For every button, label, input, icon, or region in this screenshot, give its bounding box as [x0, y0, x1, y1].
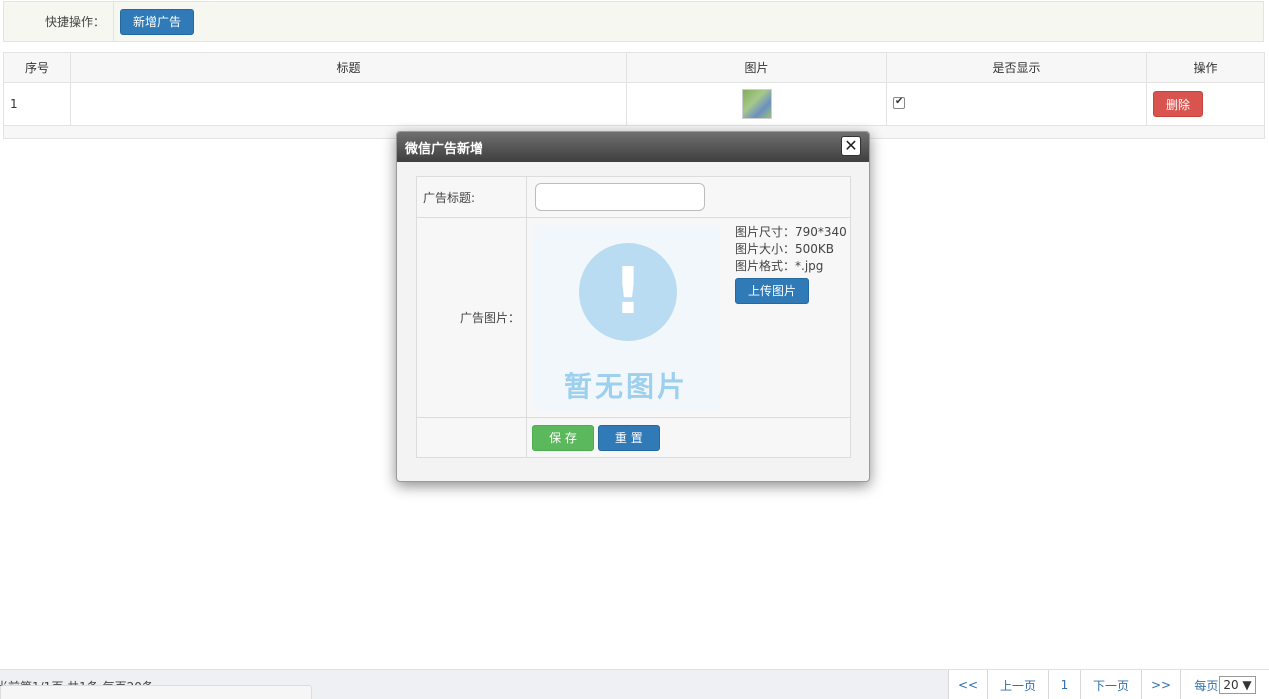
ad-table: 序号 标题 图片 是否显示 操作 1 删除	[3, 52, 1265, 139]
image-filesize-info: 图片大小：500KB	[735, 242, 835, 256]
ad-title-label: 广告标题:	[416, 176, 527, 218]
column-header-actions: 操作	[1146, 52, 1265, 83]
column-header-visible: 是否显示	[886, 52, 1147, 83]
dialog-title: 微信广告新增	[405, 141, 484, 157]
ad-image-cell: ! 暂无图片 图片尺寸：790*340 图片大小：500KB 图片格式：*.jp…	[526, 217, 851, 418]
page-size-label: 每页	[1194, 678, 1219, 693]
horizontal-scrollbar[interactable]	[0, 685, 312, 699]
row-visible-cell	[886, 82, 1147, 126]
reset-button[interactable]: 重 置	[597, 424, 660, 451]
pager: << 上一页 1 下一页 >> 每页 20 ▼	[948, 670, 1269, 699]
form-row-image: 广告图片： ! 暂无图片 图片尺寸：790*340 图片大小：500KB 图片格…	[416, 217, 851, 418]
column-header-image: 图片	[626, 52, 887, 83]
delete-button[interactable]: 删除	[1153, 91, 1203, 117]
column-header-index: 序号	[3, 52, 71, 83]
row-image-cell	[626, 82, 887, 126]
no-image-text: 暂无图片	[563, 369, 688, 403]
last-page-link[interactable]: >>	[1141, 670, 1180, 699]
form-row-actions: 保 存 重 置	[416, 417, 851, 458]
table-row: 1 删除	[3, 82, 1265, 126]
row-actions-cell: 删除	[1146, 82, 1265, 126]
no-image-placeholder: ! 暂无图片	[533, 224, 719, 411]
upload-image-button[interactable]: 上传图片	[735, 278, 809, 304]
prev-page-link[interactable]: 上一页	[987, 670, 1048, 699]
visible-checkbox[interactable]	[893, 96, 905, 109]
pagination-footer: 当前第1/1页 共1条 每页20条 << 上一页 1 下一页 >> 每页 20 …	[0, 669, 1269, 699]
image-size-info: 图片尺寸：790*340	[735, 225, 847, 239]
exclamation-icon: !	[579, 242, 677, 341]
form-actions-cell: 保 存 重 置	[526, 417, 851, 458]
first-page-link[interactable]: <<	[948, 670, 987, 699]
ad-thumbnail[interactable]	[741, 89, 772, 119]
ad-title-input[interactable]	[535, 183, 705, 211]
quick-actions-label: 快捷操作：	[4, 2, 114, 41]
table-header-row: 序号 标题 图片 是否显示 操作	[3, 52, 1265, 83]
row-index: 1	[3, 82, 71, 126]
ad-form: 广告标题: 广告图片： ! 暂无图片 图片尺寸：790*340 图片大小：500…	[416, 176, 851, 458]
image-format-info: 图片格式：*.jpg	[735, 259, 824, 273]
row-title	[70, 82, 627, 126]
page-size-select[interactable]: 20 ▼	[1219, 676, 1256, 694]
add-ad-dialog: 微信广告新增 ✕ 广告标题: 广告图片： ! 暂无图片 图片尺寸：790*340…	[396, 131, 870, 482]
page-size-control: 每页 20 ▼	[1180, 670, 1269, 699]
dialog-titlebar[interactable]: 微信广告新增 ✕	[397, 132, 869, 162]
image-requirements: 图片尺寸：790*340 图片大小：500KB 图片格式：*.jpg 上传图片	[735, 224, 847, 304]
save-button[interactable]: 保 存	[532, 424, 594, 451]
column-header-title: 标题	[70, 52, 627, 83]
ad-title-cell	[526, 176, 851, 218]
close-icon[interactable]: ✕	[841, 136, 861, 156]
quick-actions-bar: 快捷操作： 新增广告	[3, 1, 1264, 42]
form-row-title: 广告标题:	[416, 176, 851, 218]
page-number-link[interactable]: 1	[1048, 670, 1080, 699]
ad-image-label: 广告图片：	[416, 217, 527, 418]
add-ad-button[interactable]: 新增广告	[120, 8, 194, 35]
next-page-link[interactable]: 下一页	[1080, 670, 1141, 699]
